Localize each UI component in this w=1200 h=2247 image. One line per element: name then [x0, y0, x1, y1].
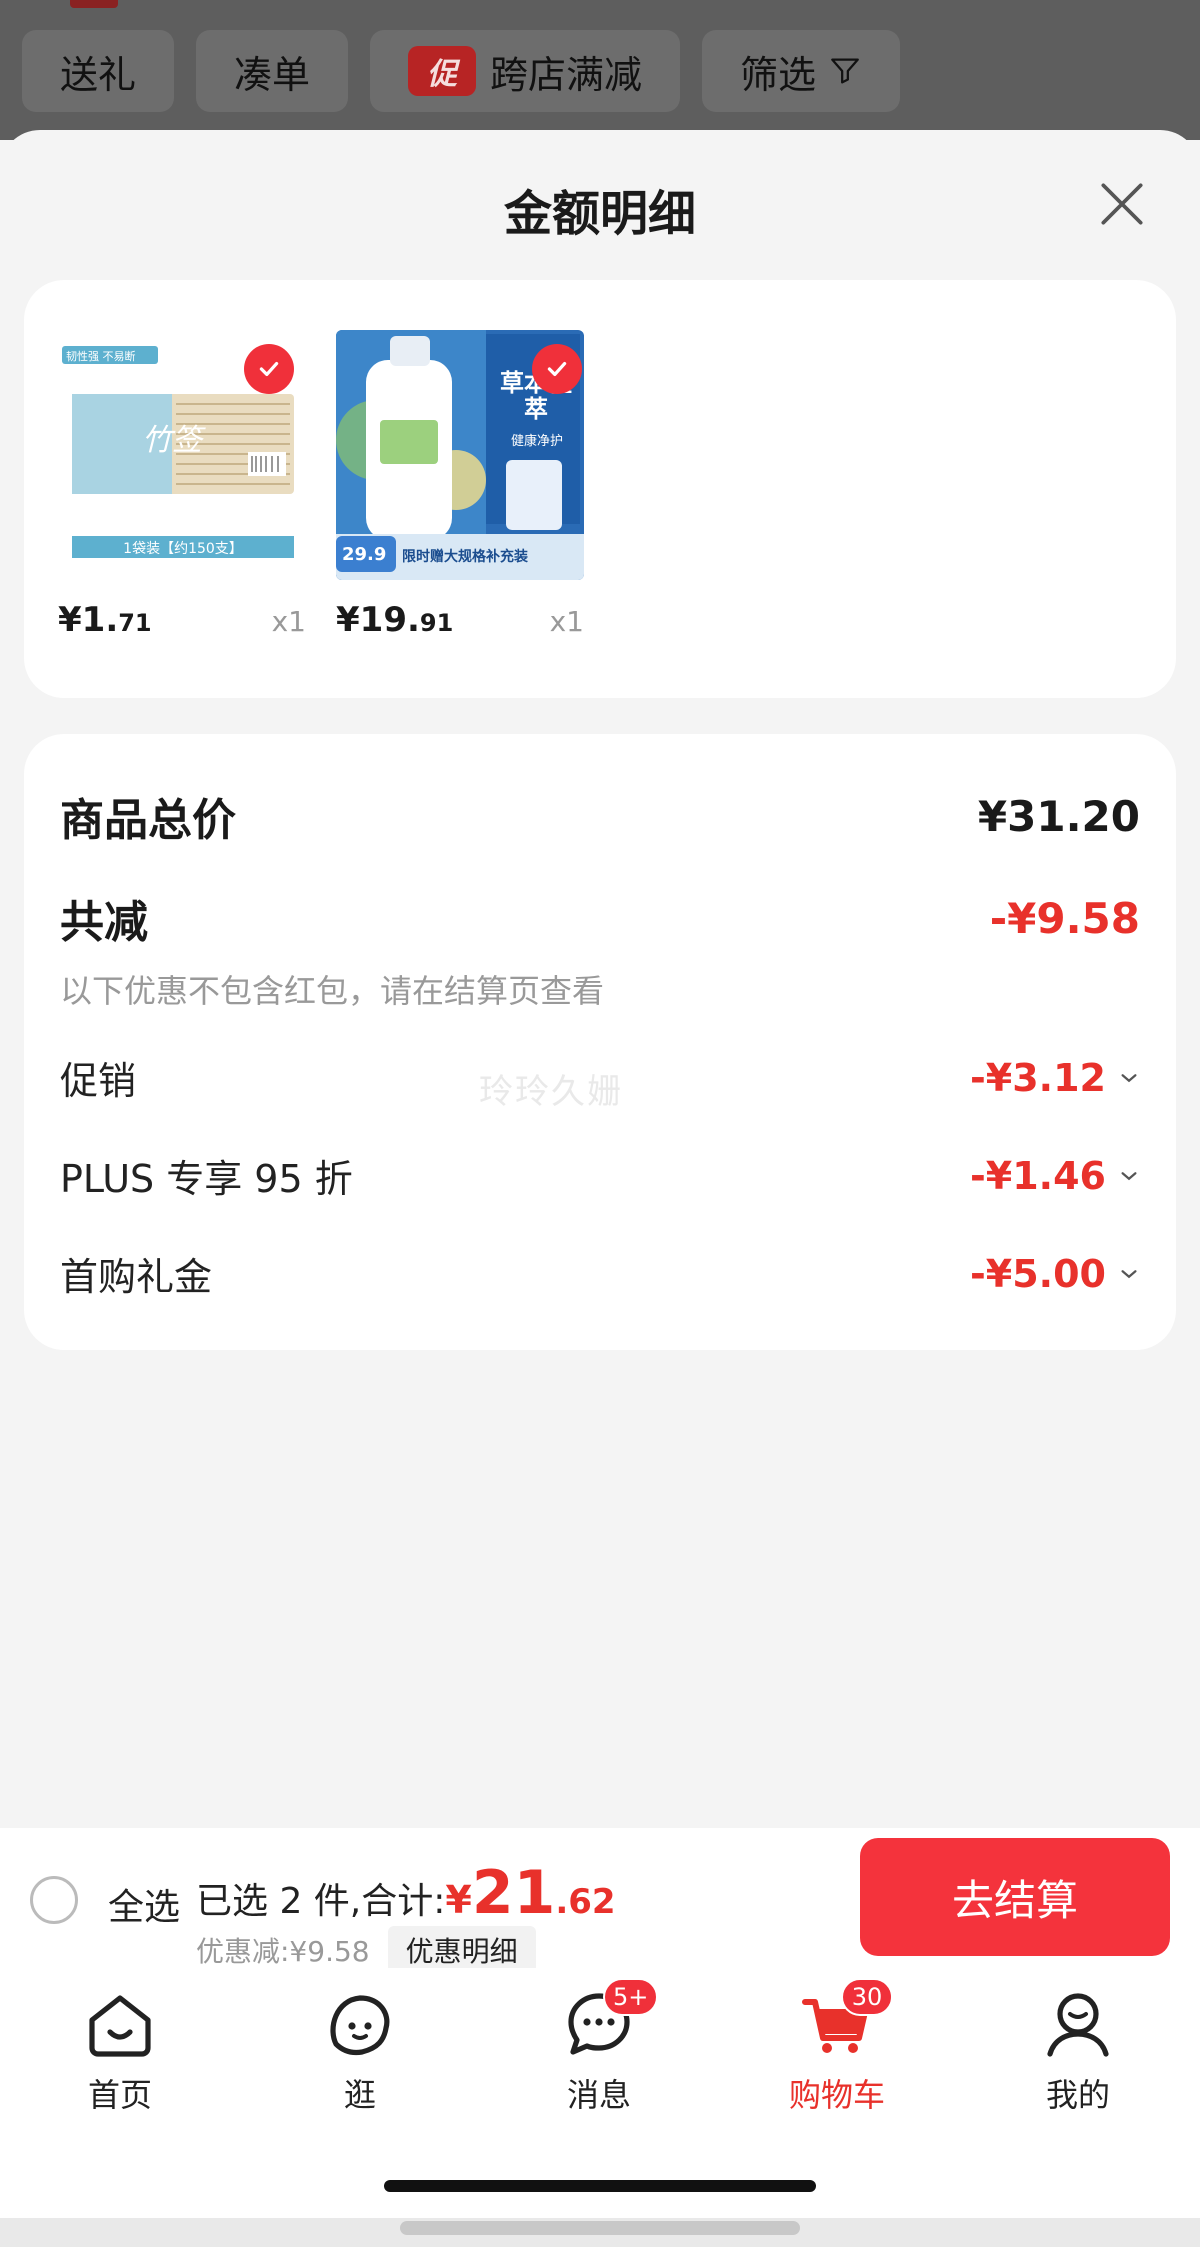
filter-chip-cross-store[interactable]: 促 跨店满减	[370, 30, 681, 112]
discount-note: 以下优惠不包含红包，请在结算页查看	[60, 972, 605, 1010]
summary-card: 商品总价 ¥31.20 共减 -¥9.58 以下优惠不包含红包，请在结算页查看 …	[24, 734, 1176, 1350]
profile-icon	[1047, 1993, 1109, 2057]
product-banner: 韧性强 不易断	[66, 350, 136, 363]
funnel-icon	[831, 58, 859, 84]
price-integer: ¥19.	[336, 600, 420, 640]
total-amount-decimal: .62	[555, 1882, 616, 1922]
tab-label: 逛	[343, 2076, 376, 2114]
discount-line-label: PLUS 专享 95 折	[60, 1157, 353, 1201]
discount-line-value: -¥5.00	[970, 1252, 1140, 1296]
tab-profile[interactable]: 我的	[1003, 1984, 1153, 2116]
product-price: ¥1.71	[58, 600, 152, 640]
total-amount-integer: 21	[471, 1858, 556, 1928]
selected-count-text: 已选 2 件,合计:	[196, 1881, 446, 1922]
discount-line-plus[interactable]: PLUS 专享 95 折 -¥1.46	[60, 1148, 1140, 1203]
product-side-subtitle: 健康净护	[510, 434, 563, 449]
total-price-label: 商品总价	[60, 795, 236, 846]
tab-messages[interactable]: 5+ 消息	[524, 1978, 674, 2116]
total-currency: ¥	[445, 1878, 472, 1922]
discount-line-promo[interactable]: 促销 -¥3.12	[60, 1050, 1140, 1105]
filter-chip-label: 筛选	[740, 52, 817, 97]
svg-text:竹签: 竹签	[142, 423, 206, 458]
discount-line-label: 首购礼金	[60, 1255, 213, 1299]
product-quantity: x1	[271, 605, 306, 638]
amount-detail-sheet: 金额明细 竹签 韧性强 不易断 1袋装【约150支】 ¥1.71 x1 草本 萃…	[0, 130, 1200, 1830]
chevron-down-icon[interactable]	[1118, 1165, 1140, 1187]
tab-label: 我的	[1045, 2076, 1110, 2114]
select-all-label[interactable]: 全选	[108, 1878, 180, 1930]
message-icon-wrap: 5+	[559, 1978, 659, 2064]
select-all-radio[interactable]	[30, 1876, 78, 1924]
store-logo-fragment	[70, 0, 118, 8]
discount-detail-button[interactable]: 优惠明细	[387, 1926, 536, 1974]
price-integer: ¥1.	[58, 600, 119, 640]
promo-tag-icon: 促	[408, 46, 477, 96]
filter-chip-bundle[interactable]: 凑单	[196, 30, 349, 112]
selected-check-icon[interactable]	[532, 344, 582, 394]
chevron-down-icon[interactable]	[1118, 1263, 1140, 1285]
chevron-down-icon[interactable]	[1118, 1067, 1140, 1089]
discount-summary-text: 优惠减:¥9.58	[196, 1935, 370, 1968]
product-promo-text: 限时赠大规格补充装	[402, 549, 528, 565]
reduce-row: 共减 -¥9.58	[60, 886, 1140, 950]
sheet-title: 金额明细	[503, 186, 696, 242]
product-item[interactable]: 竹签 韧性强 不易断 1袋装【约150支】 ¥1.71 x1	[58, 330, 306, 640]
discount-amount: -¥1.46	[970, 1153, 1106, 1198]
price-decimal: 71	[118, 609, 152, 637]
product-pack-label: 1袋装【约150支】	[123, 541, 243, 557]
checkout-button[interactable]: 去结算	[860, 1838, 1170, 1956]
discount-line-label: 促销	[60, 1059, 137, 1103]
cart-badge: 30	[841, 1978, 893, 2016]
discount-line-value: -¥3.12	[970, 1056, 1140, 1100]
reduce-label: 共减	[60, 897, 148, 948]
filter-chip-filter[interactable]: 筛选	[702, 30, 901, 112]
discount-note-row: 以下优惠不包含红包，请在结算页查看	[60, 966, 1140, 1012]
cart-icon-wrap: 30	[797, 1978, 893, 2064]
close-icon[interactable]	[1094, 176, 1150, 232]
home-icon	[89, 1995, 151, 2057]
discount-line-value: -¥1.46	[970, 1154, 1140, 1198]
products-card: 竹签 韧性强 不易断 1袋装【约150支】 ¥1.71 x1 草本 萃 健康净护…	[24, 280, 1176, 698]
tab-browse[interactable]: 逛	[285, 1984, 435, 2116]
product-price: ¥19.91	[336, 600, 453, 640]
dimmed-backdrop[interactable]: 送礼 凑单 促 跨店满减 筛选	[0, 0, 1200, 140]
browse-face-icon	[330, 1995, 390, 2056]
total-price-row: 商品总价 ¥31.20	[60, 784, 1140, 848]
product-quantity: x1	[549, 605, 584, 638]
selected-check-icon[interactable]	[244, 344, 294, 394]
product-image-toothpicks[interactable]: 竹签 韧性强 不易断 1袋装【约150支】	[58, 330, 306, 580]
checkout-bar: 全选 已选 2 件,合计: ¥ 21 .62 优惠减:¥9.58 优惠明细 去结…	[0, 1828, 1200, 1974]
bottom-strip	[0, 2218, 1200, 2247]
tab-label: 消息	[566, 2076, 631, 2114]
product-price-row: ¥1.71 x1	[58, 600, 306, 640]
filter-chip-label: 跨店满减	[490, 52, 643, 97]
product-price-tag: 29.9	[342, 544, 387, 565]
discount-summary: 优惠减:¥9.58 优惠明细	[196, 1926, 536, 1974]
tab-home[interactable]: 首页	[45, 1984, 195, 2116]
filter-chip-label: 凑单	[234, 52, 311, 97]
price-decimal: 91	[419, 609, 454, 637]
product-price-row: ¥19.91 x1	[336, 600, 584, 640]
product-image-bodywash[interactable]: 草本植萃 健康净护 29.9 限时赠大规格补充装	[336, 330, 584, 580]
total-price-value: ¥31.20	[977, 791, 1140, 841]
reduce-value: -¥9.58	[989, 893, 1140, 943]
filter-chip-gift[interactable]: 送礼	[22, 30, 175, 112]
discount-amount: -¥3.12	[970, 1055, 1106, 1100]
product-item[interactable]: 草本植萃 健康净护 29.9 限时赠大规格补充装 ¥19.91 x1	[336, 330, 584, 640]
home-indicator	[384, 2180, 816, 2192]
tab-label: 购物车	[788, 2076, 885, 2114]
filter-chip-label: 送礼	[60, 52, 137, 97]
discount-line-first-purchase[interactable]: 首购礼金 -¥5.00	[60, 1246, 1140, 1301]
discount-amount: -¥5.00	[970, 1251, 1106, 1296]
tab-cart[interactable]: 30 购物车	[762, 1978, 912, 2116]
filter-row: 送礼 凑单 促 跨店满减 筛选	[22, 30, 901, 112]
total-line: 已选 2 件,合计: ¥ 21 .62	[196, 1858, 616, 1928]
message-badge: 5+	[603, 1978, 659, 2016]
tab-label: 首页	[87, 2076, 152, 2114]
bottom-pill	[400, 2221, 800, 2235]
